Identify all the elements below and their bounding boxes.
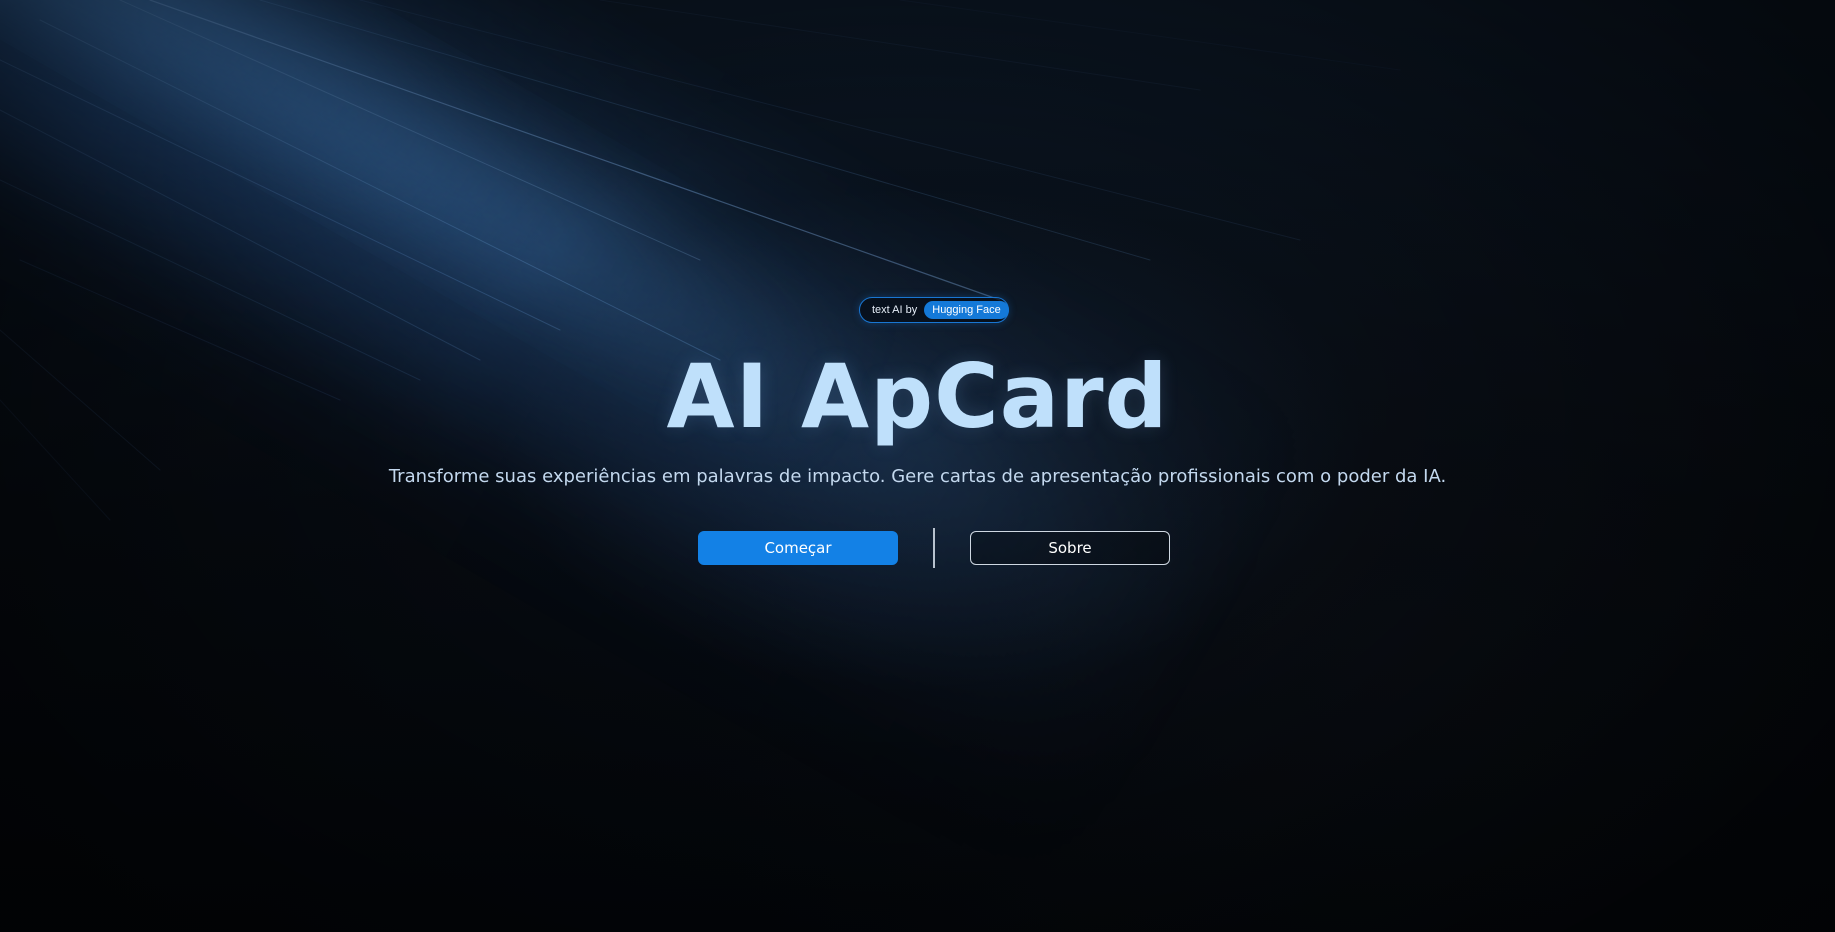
badge-prefix-text: text AI by	[872, 304, 918, 316]
page-subtitle: Transforme suas experiências em palavras…	[388, 466, 1447, 487]
page-title: AI ApCard	[666, 345, 1169, 448]
about-button[interactable]: Sobre	[970, 531, 1170, 565]
landing-page: text AI by Hugging Face AI ApCard Transf…	[0, 0, 1835, 932]
hero-section: text AI by Hugging Face AI ApCard Transf…	[0, 0, 1835, 932]
powered-by-badge: text AI by Hugging Face	[859, 297, 1009, 323]
hugging-face-pill: Hugging Face	[924, 301, 1009, 319]
start-button[interactable]: Começar	[698, 531, 898, 565]
button-divider	[933, 528, 935, 568]
